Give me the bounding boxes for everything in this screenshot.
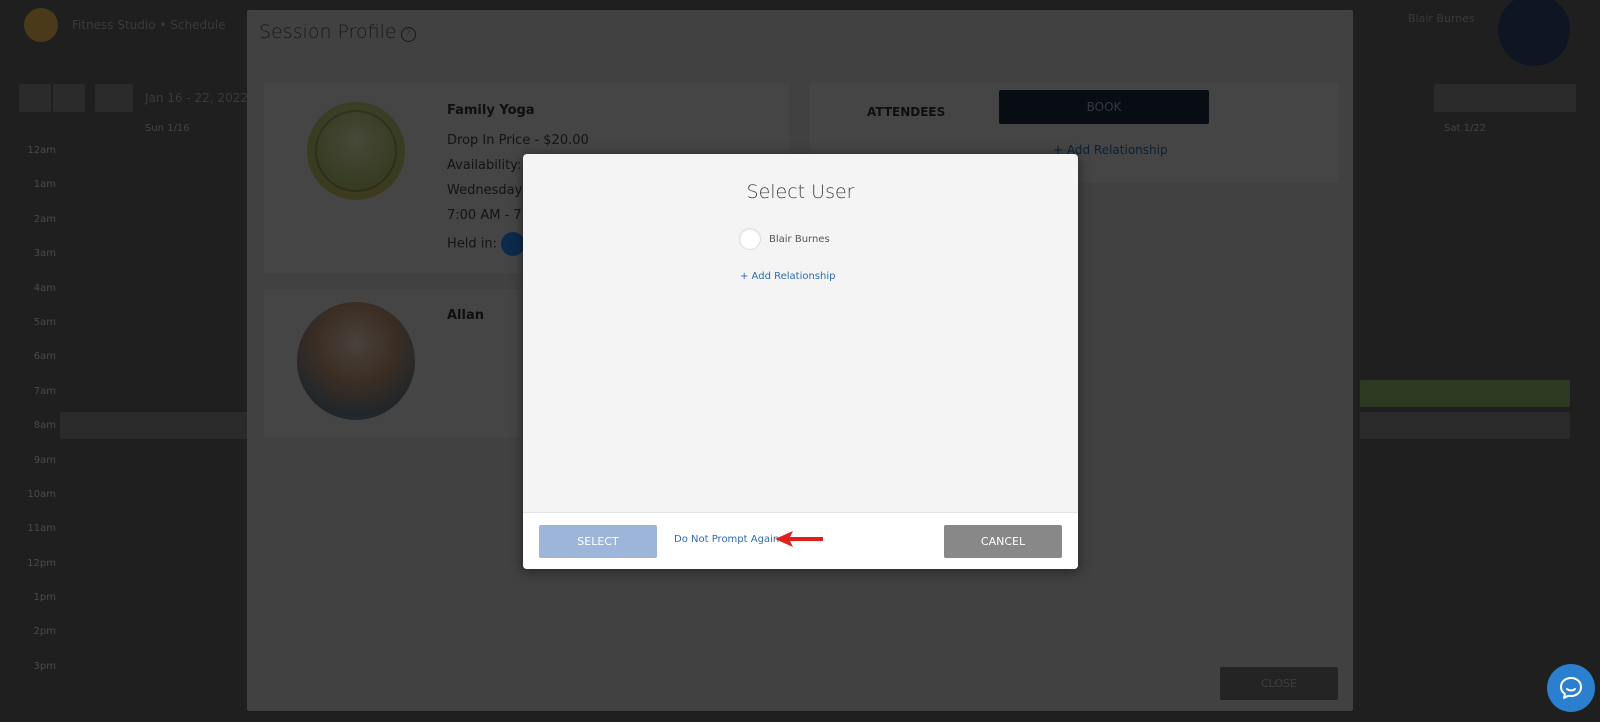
dialog-footer: SELECT Do Not Prompt Again CANCEL (523, 512, 1078, 569)
hour-label: 5am (33, 316, 56, 328)
brand-name: Fitness Studio • Schedule (72, 18, 226, 32)
session-date: Wednesday, J (447, 183, 535, 198)
day-header-sun: Sun 1/16 (145, 123, 190, 134)
view-switcher[interactable] (1434, 84, 1576, 112)
hour-label: 11am (27, 523, 56, 535)
next-week-button[interactable] (53, 84, 85, 112)
prev-week-button[interactable] (19, 84, 51, 112)
close-button[interactable]: CLOSE (1220, 667, 1338, 700)
instructor-name: Allan (447, 308, 485, 323)
book-button[interactable]: BOOK (999, 90, 1209, 124)
session-profile-title-text: Session Profile (259, 21, 397, 43)
date-range: Jan 16 - 22, 2022 (145, 91, 248, 105)
day-header-sat: Sat 1/22 (1444, 123, 1487, 134)
studio-logo (24, 8, 58, 42)
hour-label: 2pm (33, 626, 56, 638)
red-arrow-icon (775, 531, 823, 547)
select-user-dialog: Select User Blair Burnes + Add Relations… (523, 154, 1078, 569)
hour-label: 3pm (33, 660, 56, 672)
attendees-label: ATTENDEES (867, 105, 946, 119)
hour-label: 10am (27, 488, 56, 500)
today-button[interactable] (95, 84, 133, 112)
hour-label: 2am (33, 213, 56, 225)
held-in-label: Held in: (447, 236, 498, 252)
hour-column: 12am 1am 2am 3am 4am 5am 6am 7am 8am 9am… (20, 145, 56, 695)
chat-bubble-icon (1560, 677, 1582, 699)
hour-label: 4am (33, 282, 56, 294)
class-name: Family Yoga (447, 103, 535, 118)
instructor-avatar (297, 302, 415, 420)
user-option-label: Blair Burnes (769, 233, 830, 245)
drop-in-price: Drop In Price - $20.00 (447, 133, 589, 148)
calendar-event[interactable] (1360, 380, 1570, 407)
chat-launcher-button[interactable] (1547, 664, 1595, 712)
user-radio[interactable] (739, 228, 761, 250)
help-icon[interactable]: ? (400, 27, 416, 42)
hour-label: 1pm (33, 592, 56, 604)
class-logo (307, 102, 405, 200)
dialog-title: Select User (746, 181, 855, 203)
hour-label: 3am (33, 248, 56, 260)
session-profile-title: Session Profile? (259, 21, 416, 43)
do-not-prompt-again-link[interactable]: Do Not Prompt Again (674, 534, 779, 545)
session-time: 7:00 AM - 7: (447, 208, 527, 223)
user-option-blair-burnes[interactable]: Blair Burnes (739, 228, 830, 250)
calendar-event[interactable] (60, 412, 250, 439)
user-name[interactable]: Blair Burnes (1408, 12, 1475, 25)
hour-label: 1am (33, 179, 56, 191)
cancel-button[interactable]: CANCEL (944, 525, 1062, 558)
held-in: Held in: (447, 232, 526, 256)
hour-label: 12am (27, 145, 56, 156)
hour-label: 12pm (27, 557, 56, 569)
add-relationship-link[interactable]: + Add Relationship (740, 271, 835, 282)
hour-label: 6am (33, 351, 56, 363)
avatar[interactable] (1498, 0, 1570, 66)
hour-label: 9am (33, 454, 56, 466)
hour-label: 7am (33, 385, 56, 397)
video-camera-icon (501, 232, 526, 256)
availability: Availability: Y (447, 158, 534, 173)
calendar-event[interactable] (1360, 412, 1570, 439)
select-button[interactable]: SELECT (539, 525, 657, 558)
hour-label: 8am (33, 420, 56, 432)
